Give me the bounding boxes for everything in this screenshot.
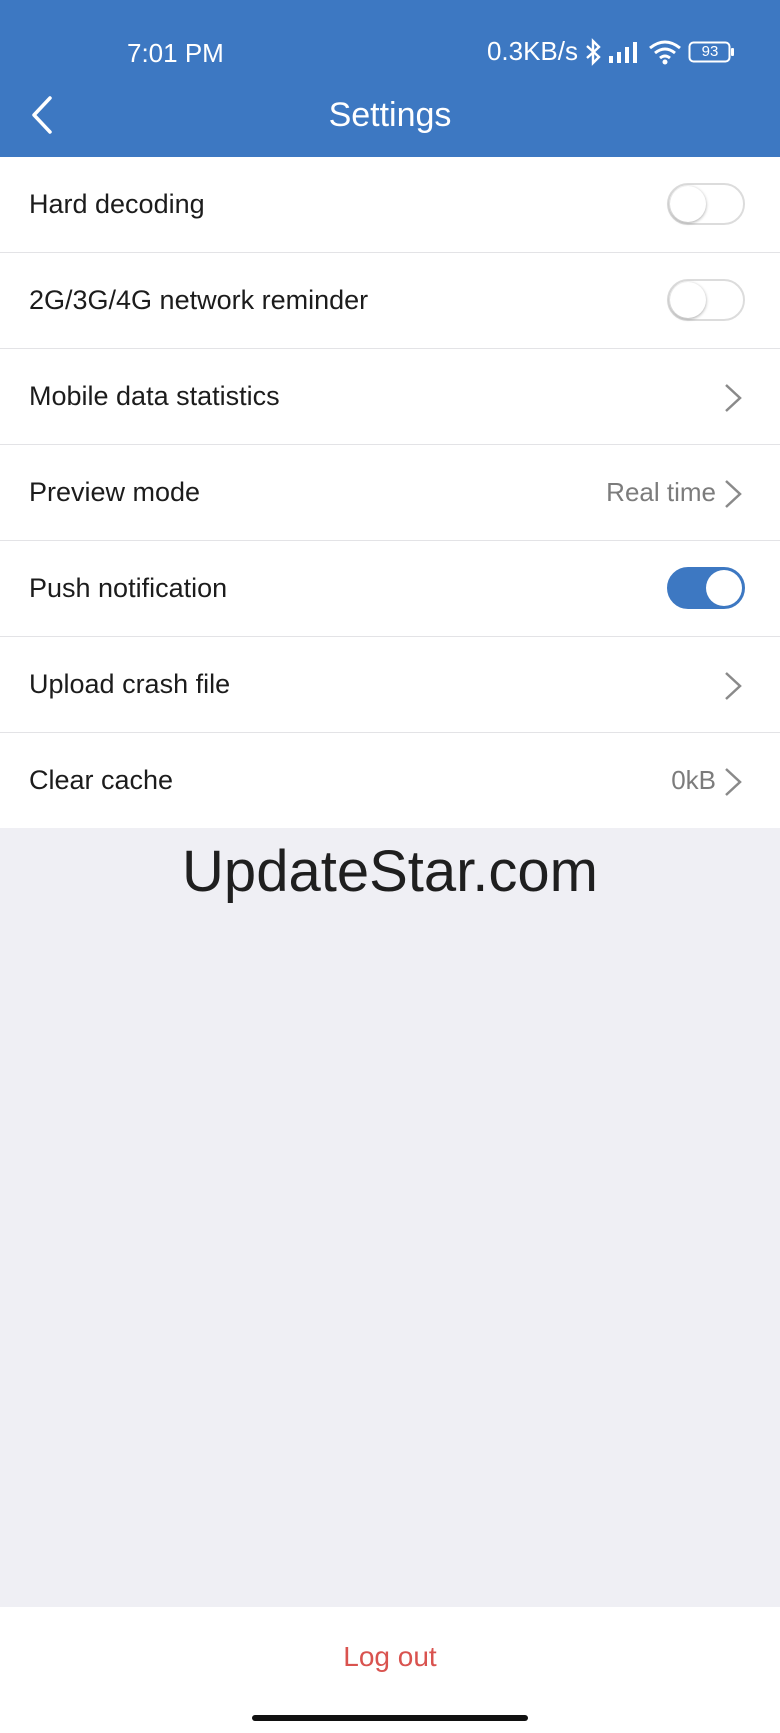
setting-clear-cache[interactable]: Clear cache 0kB [0, 733, 780, 828]
home-indicator [252, 1715, 528, 1721]
setting-mobile-data-statistics[interactable]: Mobile data statistics [0, 349, 780, 445]
hard-decoding-toggle[interactable] [667, 183, 745, 225]
setting-label: Hard decoding [29, 189, 205, 219]
battery-level: 93 [701, 42, 719, 60]
page-title: Settings [328, 96, 452, 134]
app-header: 7:01 PM 0.3KB/s 93 Settings [0, 0, 780, 157]
footer: Log out [0, 1607, 780, 1733]
setting-label: Mobile data statistics [29, 381, 280, 411]
wifi-icon [648, 39, 682, 65]
status-icons: 0.3KB/s 93 [487, 36, 736, 67]
setting-label: Upload crash file [29, 669, 231, 699]
setting-label: 2G/3G/4G network reminder [29, 285, 369, 315]
bluetooth-icon [584, 37, 602, 66]
cache-size-value: 0kB [671, 765, 716, 795]
settings-list: Hard decoding 2G/3G/4G network reminder … [0, 157, 780, 828]
preview-mode-value: Real time [606, 477, 716, 507]
network-reminder-toggle[interactable] [667, 279, 745, 321]
chevron-right-icon [725, 768, 742, 796]
watermark: UpdateStar.com [182, 839, 598, 904]
battery-icon: 93 [688, 40, 736, 64]
push-notification-toggle[interactable] [667, 567, 745, 609]
chevron-right-icon [725, 384, 742, 412]
setting-label: Push notification [29, 573, 228, 603]
signal-icon [608, 40, 642, 64]
setting-network-reminder: 2G/3G/4G network reminder [0, 253, 780, 349]
setting-push-notification: Push notification [0, 541, 780, 637]
setting-hard-decoding: Hard decoding [0, 157, 780, 253]
network-speed: 0.3KB/s [486, 36, 578, 66]
setting-preview-mode[interactable]: Preview mode Real time [0, 445, 780, 541]
logout-button[interactable]: Log out [0, 1641, 780, 1673]
setting-label: Preview mode [29, 477, 201, 507]
setting-label: Clear cache [29, 765, 174, 795]
setting-upload-crash-file[interactable]: Upload crash file [0, 637, 780, 733]
chevron-right-icon [725, 672, 742, 700]
status-time: 7:01 PM [127, 38, 224, 68]
chevron-right-icon [725, 480, 742, 508]
